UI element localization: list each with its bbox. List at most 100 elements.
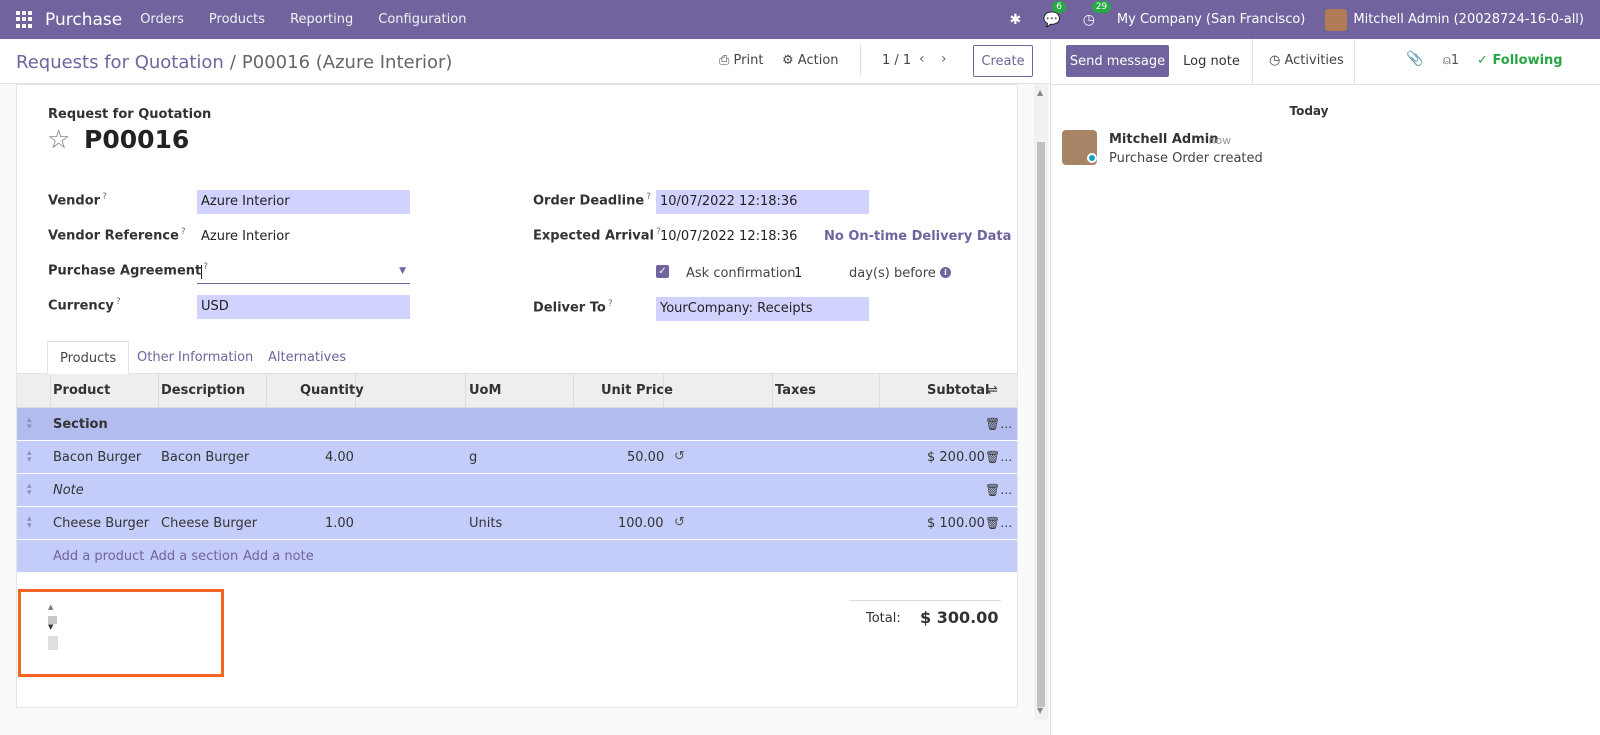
column-description[interactable]: Description [161, 383, 245, 398]
scrollbar-track [48, 636, 58, 650]
add-product-link[interactable]: Add a product [53, 549, 144, 564]
total-label: Total: [866, 611, 901, 626]
create-button[interactable]: Create [973, 45, 1033, 77]
drag-handle-icon[interactable]: ▴ ▾ [27, 416, 32, 432]
table-row[interactable]: ▴ ▾ Bacon Burger Bacon Burger 4.00 g 50.0… [17, 441, 1017, 474]
pager-prev-icon[interactable]: ‹ [919, 51, 925, 67]
scroll-up-icon[interactable]: ▲ [1037, 88, 1043, 97]
activity-clock-icon[interactable]: ◷ 29 [1083, 0, 1112, 28]
column-uom[interactable]: UoM [469, 383, 501, 398]
tab-other-information[interactable]: Other Information [125, 341, 265, 374]
row-uom[interactable]: g [469, 450, 477, 465]
info-icon[interactable]: i [940, 267, 951, 278]
column-product[interactable]: Product [53, 383, 110, 398]
vendor-reference-field[interactable]: Azure Interior [197, 225, 410, 249]
pager-value[interactable]: 1 / 1 [882, 53, 911, 68]
total-divider [849, 600, 1001, 601]
currency-label: Currency? [48, 297, 121, 314]
add-note-link[interactable]: Add a note [243, 549, 314, 564]
star-icon[interactable]: ☆ [47, 125, 70, 155]
column-divider [355, 374, 356, 408]
total-value: $ 300.00 [920, 608, 999, 627]
trash-icon[interactable]: 🗑… [985, 483, 1012, 497]
column-divider [663, 374, 664, 408]
row-quantity[interactable]: 4.00 [325, 450, 354, 465]
row-quantity[interactable]: 1.00 [325, 516, 354, 531]
on-time-delivery-link[interactable]: No On-time Delivery Data [824, 229, 1011, 244]
trash-icon[interactable]: 🗑… [985, 450, 1012, 464]
tab-products[interactable]: Products [47, 341, 130, 374]
chevron-down-icon[interactable]: ▼ [399, 266, 406, 276]
section-name[interactable]: Section [53, 417, 108, 432]
add-section-link[interactable]: Add a section [150, 549, 238, 564]
menu-products[interactable]: Products [209, 12, 265, 27]
note-text[interactable]: Note [53, 483, 84, 498]
paperclip-icon[interactable]: 📎 [1406, 51, 1423, 67]
notes-scroll-control[interactable]: ▲ ▼ [48, 603, 58, 650]
vendor-label: Vendor? [48, 192, 107, 209]
expected-arrival-field[interactable]: 10/07/2022 12:18:36 [656, 225, 816, 249]
scroll-down-icon[interactable]: ▼ [1037, 706, 1043, 715]
pager-next-icon[interactable]: › [941, 51, 947, 67]
column-subtotal[interactable]: Subtotal [927, 383, 990, 398]
chat-badge: 6 [1052, 0, 1066, 13]
chatter-panel: Send message Log note ◷ Activities 📎 ⍝1 … [1050, 39, 1600, 735]
action-button[interactable]: ⚙ Action [782, 53, 839, 68]
form-scrollbar[interactable]: ▲ ▼ [1034, 84, 1048, 720]
note-row[interactable]: ▴ ▾ Note 🗑… [17, 474, 1017, 507]
order-deadline-field[interactable]: 10/07/2022 12:18:36 [656, 190, 869, 214]
column-taxes[interactable]: Taxes [775, 383, 816, 398]
ask-confirmation-checkbox[interactable]: ✓ [656, 265, 669, 278]
company-switcher[interactable]: My Company (San Francisco) [1117, 12, 1305, 27]
row-description[interactable]: Bacon Burger [161, 450, 249, 465]
scroll-up-icon[interactable]: ▲ [48, 603, 53, 611]
row-product[interactable]: Bacon Burger [53, 450, 141, 465]
row-product[interactable]: Cheese Burger [53, 516, 149, 531]
scrollbar-thumb[interactable] [1037, 142, 1045, 707]
apps-menu-icon[interactable] [16, 10, 34, 29]
followers-button[interactable]: ⍝1 [1443, 53, 1459, 68]
user-avatar[interactable] [1325, 8, 1348, 31]
scroll-down-icon[interactable]: ▼ [48, 623, 53, 631]
drag-handle-icon[interactable]: ▴ ▾ [27, 449, 32, 465]
ask-confirmation-days[interactable]: 1 [794, 266, 802, 281]
tab-alternatives[interactable]: Alternatives [256, 341, 358, 374]
bug-icon[interactable]: ✱ [1010, 12, 1022, 28]
print-icon: ⎙ [719, 53, 730, 68]
log-note-button[interactable]: Log note [1171, 39, 1253, 84]
notebook-tabs: Products Other Information Alternatives [16, 341, 1018, 374]
chat-icon[interactable]: 💬 6 [1043, 0, 1066, 28]
order-lines-header: Product Description Quantity UoM Unit Pr… [17, 374, 1017, 408]
drag-handle-icon[interactable]: ▴ ▾ [27, 482, 32, 498]
menu-reporting[interactable]: Reporting [290, 12, 353, 27]
optional-columns-icon[interactable]: ⇌ [987, 383, 998, 398]
reset-price-icon[interactable]: ↺ [674, 449, 685, 464]
row-description[interactable]: Cheese Burger [161, 516, 257, 531]
drag-handle-icon[interactable]: ▴ ▾ [27, 515, 32, 531]
menu-orders[interactable]: Orders [140, 12, 184, 27]
purchase-agreement-field[interactable]: ▼ [197, 260, 410, 284]
row-unit-price[interactable]: 100.00 [618, 516, 664, 531]
trash-icon[interactable]: 🗑… [985, 516, 1012, 530]
breadcrumb-parent[interactable]: Requests for Quotation [16, 52, 224, 73]
column-divider [266, 374, 267, 408]
row-unit-price[interactable]: 50.00 [627, 450, 664, 465]
table-row[interactable]: ▴ ▾ Cheese Burger Cheese Burger 1.00 Unit… [17, 507, 1017, 540]
activities-button[interactable]: ◷ Activities [1269, 53, 1344, 68]
trash-icon[interactable]: 🗑… [985, 417, 1012, 431]
send-message-button[interactable]: Send message [1066, 45, 1169, 77]
currency-field[interactable]: USD [197, 295, 410, 319]
section-row[interactable]: ▴ ▾ Section 🗑… [17, 408, 1017, 441]
expected-arrival-label: Expected Arrival? [533, 227, 661, 244]
menu-configuration[interactable]: Configuration [378, 12, 466, 27]
print-button[interactable]: ⎙ Print [719, 53, 763, 68]
following-button[interactable]: ✓ Following [1477, 53, 1563, 68]
deliver-to-field[interactable]: YourCompany: Receipts [656, 297, 869, 321]
clock-icon: ◷ [1269, 53, 1281, 68]
user-menu[interactable]: Mitchell Admin (20028724-16-0-all) [1353, 12, 1584, 27]
reset-price-icon[interactable]: ↺ [674, 515, 685, 530]
date-separator: Today [1289, 104, 1329, 118]
row-uom[interactable]: Units [469, 516, 502, 531]
app-brand[interactable]: Purchase [45, 10, 122, 30]
vendor-field[interactable]: Azure Interior [197, 190, 410, 214]
